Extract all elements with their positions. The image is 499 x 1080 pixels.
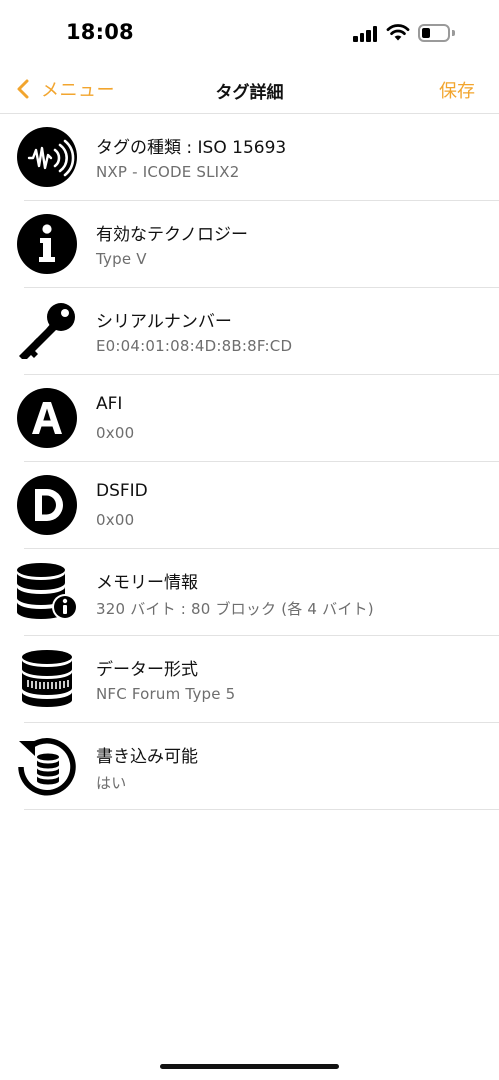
battery-tip	[452, 30, 455, 36]
row-title: タグの種類 : ISO 15693	[96, 138, 287, 158]
row-title: AFI	[96, 394, 123, 414]
row-subtitle: NFC Forum Type 5	[96, 685, 236, 703]
battery-icon	[418, 24, 450, 42]
save-button[interactable]: 保存	[439, 77, 475, 103]
row-subtitle: 320 バイト : 80 ブロック (各 4 バイト)	[96, 600, 374, 618]
letter-a-icon	[15, 386, 79, 450]
list-item-technology[interactable]: 有効なテクノロジー Type V	[0, 201, 499, 288]
row-subtitle: NXP - ICODE SLIX2	[96, 163, 240, 181]
info-icon	[15, 212, 79, 276]
database-format-icon	[15, 647, 79, 711]
nfc-wave-icon	[15, 125, 79, 189]
status-time: 18:08	[66, 20, 134, 44]
row-title: DSFID	[96, 481, 148, 501]
battery-level	[422, 28, 430, 38]
list-item-dsfid[interactable]: DSFID 0x00	[0, 462, 499, 549]
row-title: シリアルナンバー	[96, 312, 232, 332]
cellular-signal-icon	[353, 26, 379, 42]
key-icon	[15, 299, 79, 363]
row-subtitle: Type V	[96, 250, 147, 268]
letter-d-icon	[15, 473, 79, 537]
list-item-serial-number[interactable]: シリアルナンバー E0:04:01:08:4D:8B:8F:CD	[0, 288, 499, 375]
database-rewrite-icon	[15, 734, 79, 798]
row-title: メモリー情報	[96, 573, 198, 593]
home-indicator[interactable]	[160, 1064, 339, 1069]
list-item-writable[interactable]: 書き込み可能 はい	[0, 723, 499, 810]
navigation-bar: メニュー タグ詳細 保存	[0, 66, 499, 112]
row-title: 有効なテクノロジー	[96, 225, 248, 245]
status-bar: 18:08	[0, 0, 499, 66]
list-item-data-format[interactable]: データー形式 NFC Forum Type 5	[0, 636, 499, 723]
database-info-icon	[15, 560, 79, 624]
row-title: データー形式	[96, 660, 198, 680]
tag-detail-list: タグの種類 : ISO 15693 NXP - ICODE SLIX2 有効なテ…	[0, 113, 499, 810]
wifi-icon	[386, 24, 410, 41]
page-title: タグ詳細	[215, 83, 284, 103]
row-subtitle: はい	[96, 774, 127, 792]
row-subtitle: E0:04:01:08:4D:8B:8F:CD	[96, 337, 293, 355]
list-item-tag-type[interactable]: タグの種類 : ISO 15693 NXP - ICODE SLIX2	[0, 114, 499, 201]
list-item-memory-info[interactable]: メモリー情報 320 バイト : 80 ブロック (各 4 バイト)	[0, 549, 499, 636]
row-title: 書き込み可能	[96, 747, 198, 767]
row-subtitle: 0x00	[96, 424, 135, 442]
row-subtitle: 0x00	[96, 511, 135, 529]
list-item-afi[interactable]: AFI 0x00	[0, 375, 499, 462]
